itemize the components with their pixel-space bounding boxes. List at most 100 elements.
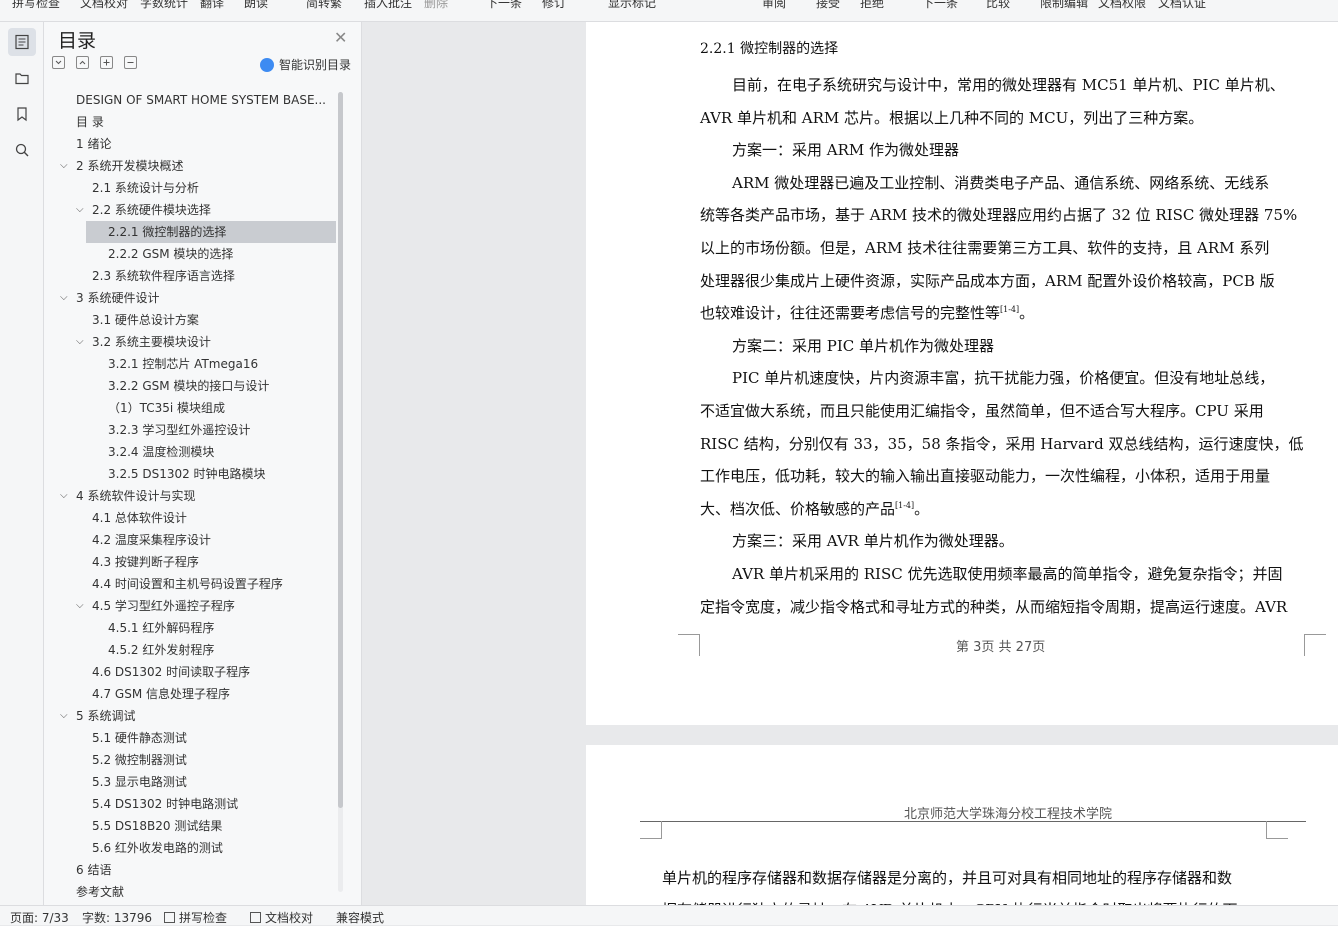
toc-item[interactable]: 3.2.5 DS1302 时钟电路模块 <box>48 463 338 485</box>
ribbon-button[interactable]: 下一条 <box>486 0 522 11</box>
chevron-down-icon[interactable]: ⌵ <box>76 595 84 617</box>
ribbon-button[interactable]: 拒绝 <box>860 0 884 11</box>
spell-check-toggle[interactable]: 拼写检查 <box>164 909 227 926</box>
ribbon-button[interactable]: 拼写检查 <box>12 0 60 11</box>
paragraph-line: 方案一：采用 ARM 作为微处理器 <box>732 139 959 160</box>
ribbon-button[interactable]: 修订 <box>542 0 566 11</box>
toc-item[interactable]: ⌵ 2 系统开发模块概述 <box>48 155 338 177</box>
ribbon-toolbar: 拼写检查 文档校对 字数统计 翻译 朗读 简转繁 插入批注 删除 下一条 修订 显示标记 审阅 接受 拒绝… <box>0 0 1338 22</box>
toc-item[interactable]: 4.3 按键判断子程序 <box>48 551 338 573</box>
toc-item[interactable]: ⌵ 4 系统软件设计与实现 <box>48 485 338 507</box>
paragraph-line: 处理器很少集成片上硬件资源，实际产品成本方面，ARM 配置外设价格较高，PCB … <box>700 270 1275 291</box>
toc-item[interactable]: 4.2 温度采集程序设计 <box>48 529 338 551</box>
ribbon-button[interactable]: 接受 <box>816 0 840 11</box>
chevron-down-icon[interactable]: ⌵ <box>76 331 84 353</box>
ribbon-button[interactable]: 文档校对 <box>80 0 128 11</box>
page-corner-mark <box>678 634 700 656</box>
toc-item[interactable]: （1）TC35i 模块组成 <box>48 397 338 419</box>
line-text: 。 <box>914 499 930 518</box>
ribbon-button[interactable]: 文档权限 <box>1098 0 1146 11</box>
chevron-down-icon[interactable]: ⌵ <box>60 155 68 177</box>
toc-item[interactable]: 4.6 DS1302 时间读取子程序 <box>48 661 338 683</box>
toc-item[interactable]: 5.2 微控制器测试 <box>48 749 338 771</box>
toc-item[interactable]: ⌵ 5 系统调试 <box>48 705 338 727</box>
ribbon-button[interactable]: 文档认证 <box>1158 0 1206 11</box>
toc-item[interactable]: 5.4 DS1302 时钟电路测试 <box>48 793 338 815</box>
remove-heading-icon[interactable] <box>124 56 137 69</box>
toc-item[interactable]: 2.2.2 GSM 模块的选择 <box>48 243 338 265</box>
page-indicator[interactable]: 页面: 7/33 <box>10 909 69 926</box>
compat-mode: 兼容模式 <box>336 911 385 925</box>
search-icon[interactable] <box>8 136 36 164</box>
ribbon-button[interactable]: 简转繁 <box>306 0 342 11</box>
toc-item[interactable]: 目 录 <box>48 111 338 133</box>
chevron-down-icon[interactable]: ⌵ <box>60 705 68 727</box>
toc-item[interactable]: 3.2.1 控制芯片 ATmega16 <box>48 353 338 375</box>
chevron-down-icon[interactable]: ⌵ <box>76 199 84 221</box>
toc-item[interactable]: 5.6 红外收发电路的测试 <box>48 837 338 859</box>
toc-item[interactable]: 2.1 系统设计与分析 <box>48 177 338 199</box>
toc-item[interactable]: 5.3 显示电路测试 <box>48 771 338 793</box>
ribbon-button[interactable]: 审阅 <box>762 0 786 11</box>
toc-item[interactable]: 4.5.2 红外发射程序 <box>48 639 338 661</box>
page-3: 2.2.1 微控制器的选择 目前，在电子系统研究与设计中，常用的微处理器有 MC… <box>586 22 1338 725</box>
word-count[interactable]: 字数: 13796 <box>82 909 152 926</box>
smart-toc-label: 智能识别目录 <box>279 58 352 72</box>
toc-icon[interactable] <box>8 28 36 56</box>
collapse-all-icon[interactable] <box>52 56 65 69</box>
toc-item[interactable]: 2.2.1 微控制器的选择 <box>86 221 336 243</box>
ribbon-button[interactable]: 插入批注 <box>364 0 412 11</box>
toc-item[interactable]: 5.1 硬件静态测试 <box>48 727 338 749</box>
ribbon-button[interactable]: 删除 <box>424 0 448 11</box>
ribbon-button[interactable]: 显示标记 <box>608 0 656 11</box>
toc-item-label: （1）TC35i 模块组成 <box>108 401 226 415</box>
citation-mark[interactable]: [1-4] <box>1000 305 1019 314</box>
toc-item[interactable]: 1 绪论 <box>48 133 338 155</box>
proofread-toggle[interactable]: 文档校对 <box>250 909 313 926</box>
toc-scrollbar[interactable] <box>338 92 343 808</box>
line-text: 方案三：采用 AVR 单片机作为微处理器。 <box>732 532 1014 551</box>
ribbon-button[interactable]: 下一条 <box>922 0 958 11</box>
ribbon-button[interactable]: 限制编辑 <box>1040 0 1088 11</box>
toc-item[interactable]: 3.2.4 温度检测模块 <box>48 441 338 463</box>
toc-item[interactable]: 4.5.1 红外解码程序 <box>48 617 338 639</box>
folder-nav-icon[interactable] <box>8 64 36 92</box>
toc-item-label: 5.4 DS1302 时钟电路测试 <box>92 797 239 811</box>
line-text: 处理器很少集成片上硬件资源，实际产品成本方面，ARM 配置外设价格较高，PCB … <box>700 271 1275 290</box>
toc-item[interactable]: 3.2.3 学习型红外遥控设计 <box>48 419 338 441</box>
line-text: 大、档次低、价格敏感的产品 <box>700 499 896 518</box>
toc-item[interactable]: 4.4 时间设置和主机号码设置子程序 <box>48 573 338 595</box>
line-text: 。 <box>1019 304 1035 323</box>
toc-item-label: 2 系统开发模块概述 <box>76 159 184 173</box>
chevron-down-icon[interactable]: ⌵ <box>60 287 68 309</box>
toc-item[interactable]: 5.5 DS18B20 测试结果 <box>48 815 338 837</box>
toc-item-label: 4.5 学习型红外遥控子程序 <box>92 599 235 613</box>
toc-item[interactable]: 参考文献 <box>48 881 338 897</box>
ribbon-button[interactable]: 字数统计 <box>140 0 188 11</box>
toc-item[interactable]: DESIGN OF SMART HOME SYSTEM BASE... <box>48 89 338 111</box>
close-icon[interactable]: ✕ <box>334 28 347 47</box>
toc-list: DESIGN OF SMART HOME SYSTEM BASE... 目 录 1 … <box>48 89 338 897</box>
toc-item[interactable]: 4.7 GSM 信息处理子程序 <box>48 683 338 705</box>
toc-item[interactable]: 3.1 硬件总设计方案 <box>48 309 338 331</box>
expand-all-icon[interactable] <box>76 56 89 69</box>
bookmark-icon[interactable] <box>8 100 36 128</box>
toc-item[interactable]: ⌵ 3.2 系统主要模块设计 <box>48 331 338 353</box>
ribbon-button[interactable]: 翻译 <box>200 0 224 11</box>
toc-item[interactable]: 6 结语 <box>48 859 338 881</box>
ribbon-button[interactable]: 比较 <box>986 0 1010 11</box>
toc-item[interactable]: 2.3 系统软件程序语言选择 <box>48 265 338 287</box>
toc-item[interactable]: 3.2.2 GSM 模块的接口与设计 <box>48 375 338 397</box>
status-bar: 页面: 7/33 字数: 13796 拼写检查 文档校对 兼容模式 <box>0 905 1338 925</box>
paragraph-line: 以上的市场份额。但是，ARM 技术往往需要第三方工具、软件的支持，且 ARM 系… <box>700 237 1269 258</box>
toc-item[interactable]: ⌵ 4.5 学习型红外遥控子程序 <box>48 595 338 617</box>
ribbon-button[interactable]: 朗读 <box>244 0 268 11</box>
toc-item[interactable]: 4.1 总体软件设计 <box>48 507 338 529</box>
add-heading-icon[interactable] <box>100 56 113 69</box>
smart-toc-button[interactable]: 智能识别目录 <box>260 56 351 73</box>
toc-item[interactable]: ⌵ 3 系统硬件设计 <box>48 287 338 309</box>
citation-mark[interactable]: [1-4] <box>895 501 914 510</box>
toc-item[interactable]: ⌵ 2.2 系统硬件模块选择 <box>48 199 338 221</box>
line-text: RISC 结构，分别仅有 33，35，58 条指令，采用 Harvard 双总线… <box>700 434 1304 453</box>
chevron-down-icon[interactable]: ⌵ <box>60 485 68 507</box>
